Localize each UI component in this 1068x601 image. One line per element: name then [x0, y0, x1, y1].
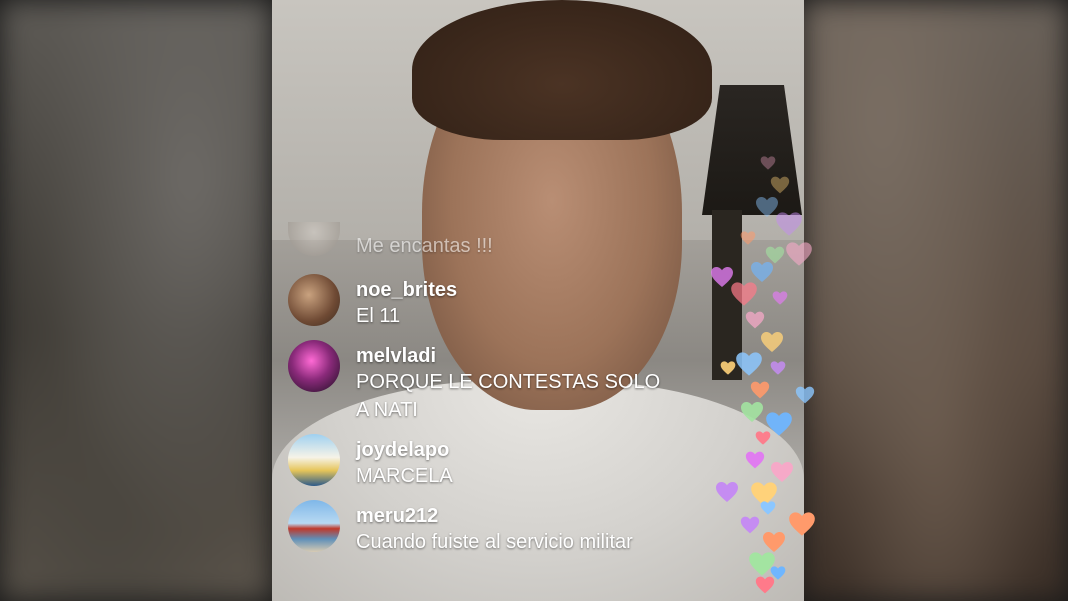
heart-icon — [760, 330, 784, 354]
heart-icon — [785, 240, 813, 268]
comment-message: Cuando fuiste al servicio militar — [356, 531, 633, 553]
user-avatar[interactable] — [288, 340, 340, 392]
heart-icon — [760, 155, 776, 171]
user-avatar[interactable] — [288, 222, 340, 256]
person-hair — [412, 0, 712, 140]
heart-icon — [740, 515, 760, 535]
user-avatar[interactable] — [288, 500, 340, 552]
live-video-frame: Me encantas !!! noe_brites El 11 melvlad… — [0, 0, 1068, 601]
heart-icon — [735, 350, 763, 378]
comment-username[interactable]: joydelapo — [356, 438, 453, 462]
heart-icon — [745, 310, 765, 330]
comment-message: El 11 — [356, 305, 401, 327]
comment-username[interactable]: meru212 — [356, 504, 633, 528]
heart-icon — [760, 500, 776, 516]
blurred-background-right — [802, 0, 1068, 601]
heart-icon — [775, 210, 803, 238]
heart-icon — [715, 480, 739, 504]
heart-icon — [788, 510, 816, 538]
comment-item: Me encantas !!! — [288, 222, 728, 260]
comment-item: melvladi PORQUE LE CONTESTAS SOLO A NATI — [288, 340, 728, 424]
user-avatar[interactable] — [288, 434, 340, 486]
heart-icon — [740, 400, 764, 424]
heart-icon — [710, 265, 734, 289]
user-avatar[interactable] — [288, 274, 340, 326]
comment-item: meru212 Cuando fuiste al servicio milita… — [288, 500, 728, 556]
comment-message: MARCELA — [356, 465, 453, 487]
heart-icon — [772, 290, 788, 306]
heart-icon — [795, 385, 815, 405]
heart-icon — [720, 360, 736, 376]
heart-icon — [755, 430, 771, 446]
heart-icon — [730, 280, 758, 308]
comment-item: joydelapo MARCELA — [288, 434, 728, 490]
heart-icon — [770, 175, 790, 195]
comment-message: Me encantas !!! — [356, 235, 493, 257]
blurred-background-left — [0, 0, 272, 601]
live-comments-feed: Me encantas !!! noe_brites El 11 melvlad… — [288, 222, 728, 566]
heart-icon — [740, 230, 756, 246]
comment-username[interactable]: noe_brites — [356, 278, 457, 302]
heart-icon — [770, 360, 786, 376]
comment-message: PORQUE LE CONTESTAS SOLO A NATI — [356, 371, 661, 421]
heart-icon — [750, 380, 770, 400]
floating-hearts — [700, 150, 815, 600]
comment-item: noe_brites El 11 — [288, 274, 728, 330]
comment-username[interactable]: melvladi — [356, 344, 660, 368]
heart-icon — [755, 575, 775, 595]
heart-icon — [745, 450, 765, 470]
